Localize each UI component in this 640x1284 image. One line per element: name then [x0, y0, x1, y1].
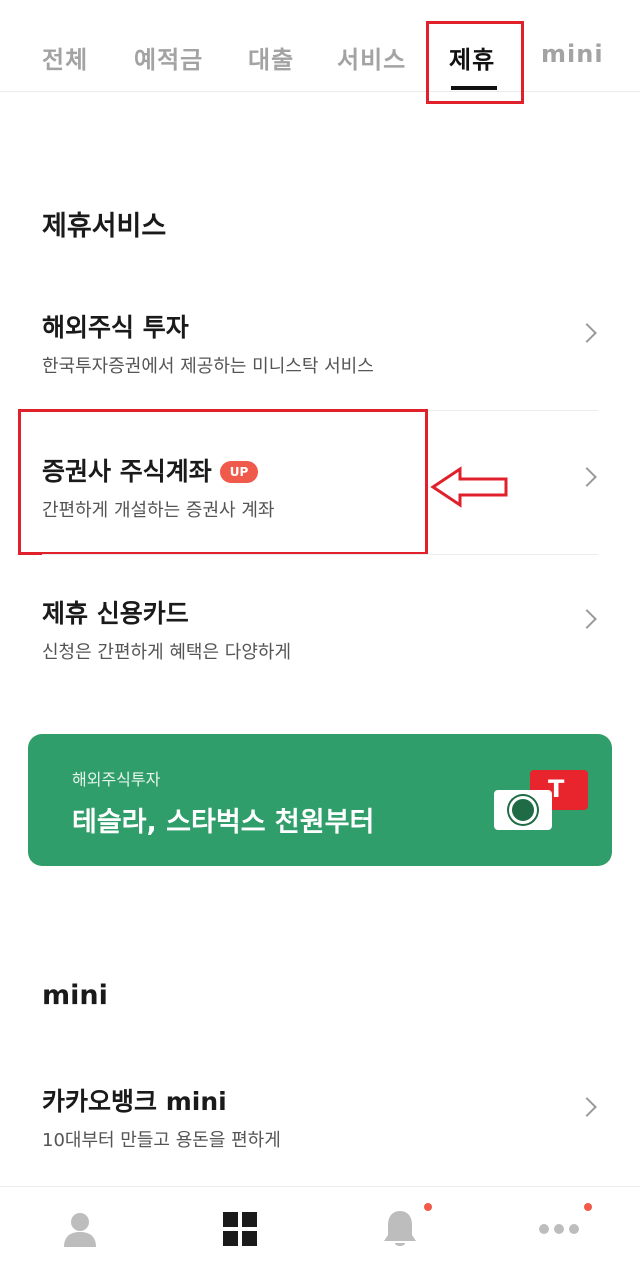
bottom-nav [0, 1186, 640, 1284]
notification-dot [424, 1203, 432, 1211]
bell-icon [384, 1211, 416, 1246]
chevron-right-icon [577, 323, 597, 343]
tab-services[interactable]: 서비스 [337, 40, 406, 75]
top-tab-bar: 전체 예적금 대출 서비스 제휴 mini [0, 0, 640, 92]
more-icon [539, 1224, 579, 1234]
chevron-right-icon [577, 609, 597, 629]
chevron-right-icon [577, 467, 597, 487]
divider [42, 554, 598, 555]
tab-savings[interactable]: 예적금 [134, 40, 203, 75]
tab-highlight-annotation [426, 21, 524, 104]
tab-mini[interactable]: mini [541, 40, 604, 68]
promo-banner[interactable]: 해외주식투자 테슬라, 스타벅스 천원부터 T [28, 734, 612, 866]
person-icon [64, 1213, 96, 1247]
starbucks-card-icon [494, 790, 552, 830]
list-item-subtitle: 신청은 간편하게 혜택은 다양하게 [42, 642, 292, 663]
item-highlight-annotation [18, 409, 428, 555]
mini-section-title: mini [42, 980, 108, 1011]
banner-title: 테슬라, 스타벅스 천원부터 [72, 807, 375, 838]
partner-section-title: 제휴서비스 [42, 211, 167, 242]
list-item-title: 카카오뱅크 mini [42, 1087, 227, 1116]
nav-products[interactable] [160, 1187, 320, 1284]
nav-profile[interactable] [0, 1187, 160, 1284]
chevron-right-icon [577, 1097, 597, 1117]
list-item-credit-card[interactable]: 제휴 신용카드 신청은 간편하게 혜택은 다양하게 [0, 576, 640, 716]
list-item-subtitle: 한국투자증권에서 제공하는 미니스탁 서비스 [42, 356, 374, 377]
grid-icon [223, 1212, 257, 1246]
arrow-left-icon [430, 466, 508, 508]
list-item-kakaobank-mini[interactable]: 카카오뱅크 mini 10대부터 만들고 용돈을 편하게 [0, 1064, 640, 1204]
tab-loans[interactable]: 대출 [248, 40, 294, 75]
nav-notifications[interactable] [320, 1187, 480, 1284]
tab-all[interactable]: 전체 [42, 40, 88, 75]
list-item-subtitle: 10대부터 만들고 용돈을 편하게 [42, 1130, 281, 1151]
banner-subtitle: 해외주식투자 [72, 770, 161, 789]
list-item-title: 제휴 신용카드 [42, 599, 189, 628]
nav-more[interactable] [480, 1187, 640, 1284]
notification-dot [584, 1203, 592, 1211]
list-item-title: 해외주식 투자 [42, 313, 189, 342]
